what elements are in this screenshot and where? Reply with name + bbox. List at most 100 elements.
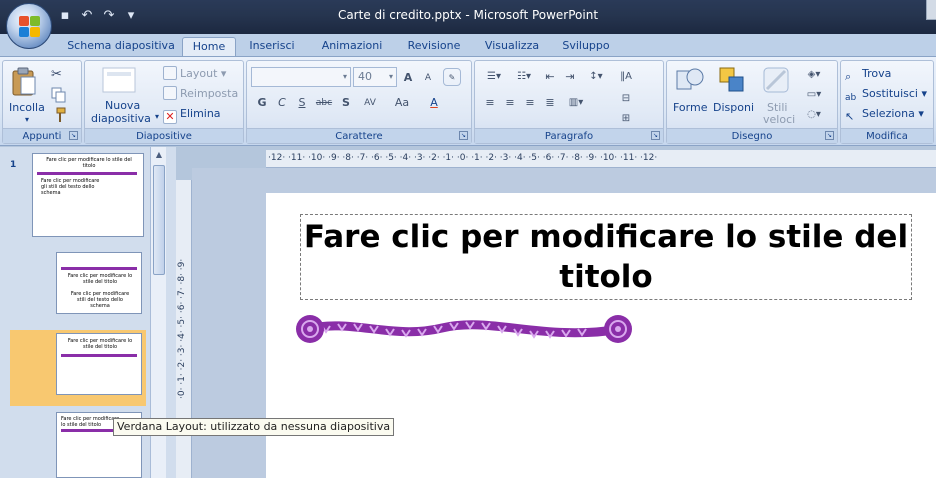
grow-font-label: A — [403, 71, 413, 84]
arrange-icon[interactable] — [717, 65, 747, 95]
tab-inserisci[interactable]: Inserisci — [244, 37, 300, 56]
title-placeholder[interactable]: Fare clic per modificare lo stile del ti… — [300, 214, 912, 300]
font-size-combo[interactable]: 40 ▾ — [353, 67, 397, 87]
clipboard-launcher-icon[interactable]: ↘ — [69, 131, 78, 140]
scroll-thumb[interactable] — [153, 165, 165, 275]
slide-title: Fare clic per modificare lo stile del ti… — [303, 219, 909, 295]
align-left-icon[interactable]: ≡ — [481, 93, 499, 111]
paste-icon[interactable] — [11, 67, 37, 97]
appunti-label: Appunti — [22, 131, 62, 142]
binoculars-icon: ⌕ — [845, 70, 852, 83]
font-launcher-icon[interactable]: ↘ — [459, 131, 468, 140]
strikethrough-label: abc — [315, 98, 333, 108]
layout-button[interactable]: Layout ▾ — [163, 65, 226, 83]
shape-effects-icon[interactable]: ◌▾ — [801, 105, 827, 123]
font-size-value: 40 — [358, 70, 372, 83]
align-text-icon[interactable]: ⊟ — [615, 89, 637, 107]
thumbnail-decoration — [61, 267, 137, 270]
thumbnail-master[interactable]: Fare clic per modificare lo stile del ti… — [32, 153, 144, 237]
copy-icon[interactable] — [51, 87, 67, 103]
decrease-indent-icon[interactable]: ⇤ — [541, 67, 559, 85]
select-button[interactable]: ↖ Seleziona ▾ — [845, 105, 924, 123]
new-slide-icon[interactable] — [99, 65, 139, 95]
find-button[interactable]: ⌕ Trova — [845, 65, 891, 83]
carattere-label: Carattere — [335, 131, 383, 142]
change-case-label: Aa — [394, 96, 410, 109]
delete-slide-button[interactable]: ✕ Elimina — [163, 105, 221, 124]
find-label: Trova — [862, 67, 892, 80]
cursor-icon: ↖ — [845, 110, 855, 123]
align-center-icon[interactable]: ≡ — [501, 93, 519, 111]
tab-home[interactable]: Home — [182, 37, 236, 56]
underline-label: S — [298, 96, 306, 109]
shapes-icon[interactable] — [675, 65, 705, 95]
new-slide-button[interactable]: diapositiva — [91, 112, 151, 125]
font-name-combo[interactable]: ▾ — [251, 67, 351, 87]
paste-button[interactable]: Incolla — [9, 101, 45, 114]
smartart-icon[interactable]: ⊞ — [615, 109, 637, 127]
clear-format-icon[interactable]: ✎ — [443, 68, 461, 86]
numbering-icon[interactable]: ☷▾ — [511, 67, 537, 85]
tab-sviluppo[interactable]: Sviluppo — [556, 37, 616, 56]
reset-button[interactable]: Reimposta — [163, 85, 238, 103]
thumbnail-layout[interactable]: Fare clic per modificare lo stile del ti… — [56, 252, 142, 314]
thumbnail-body: Fare clic per modificare gli stili del t… — [41, 178, 100, 196]
tab-revisione[interactable]: Revisione — [400, 37, 468, 56]
disegno-label: Disegno — [731, 131, 773, 142]
bullets-icon[interactable]: ☰▾ — [481, 67, 507, 85]
underline-button[interactable]: S — [293, 93, 311, 111]
justify-icon[interactable]: ≣ — [541, 93, 559, 111]
text-direction-icon[interactable]: ‖A — [615, 67, 637, 85]
group-diapositive: Nuova diapositiva ▾ Layout ▾ Reimposta ✕… — [84, 60, 244, 144]
group-carattere: ▾ 40 ▾ A A ✎ G C S abc S AV Aa A Caratter… — [246, 60, 472, 144]
thumbnail-title: Fare clic per modificare lo stile del ti… — [67, 273, 133, 285]
tab-visualizza[interactable]: Visualizza — [480, 37, 544, 56]
italic-label: C — [278, 96, 286, 109]
office-button[interactable] — [6, 3, 52, 49]
layout-icon — [163, 66, 177, 80]
ribbon: Incolla ▾ ✂ Appunti ↘ Nuova diapositiva … — [0, 56, 936, 146]
tab-schema-diapositiva[interactable]: Schema diapositiva — [66, 37, 176, 56]
align-right-icon[interactable]: ≡ — [521, 93, 539, 111]
modifica-label: Modifica — [866, 131, 908, 142]
arrange-button[interactable]: Disponi — [713, 101, 754, 114]
shrink-font-button[interactable]: A — [419, 68, 437, 86]
group-label-diapositive: Diapositive — [85, 128, 243, 143]
thumbnail-layout-selected[interactable]: Fare clic per modificare lo stile del ti… — [56, 333, 142, 395]
grow-font-button[interactable]: A — [399, 68, 417, 86]
cut-icon[interactable]: ✂ — [51, 67, 67, 83]
strikethrough-button[interactable]: abc — [313, 93, 335, 111]
line-spacing-icon[interactable]: ↕▾ — [583, 67, 609, 85]
shape-outline-icon[interactable]: ▭▾ — [801, 85, 827, 103]
font-size-dropdown-icon: ▾ — [388, 72, 393, 81]
char-spacing-button[interactable]: AV — [357, 93, 383, 111]
font-color-button[interactable]: A — [421, 93, 447, 111]
bold-button[interactable]: G — [253, 93, 271, 111]
paste-dropdown-icon[interactable]: ▾ — [25, 115, 29, 124]
new-slide-label-1[interactable]: Nuova — [105, 99, 140, 112]
increase-indent-icon[interactable]: ⇥ — [561, 67, 579, 85]
window-control[interactable] — [926, 0, 936, 20]
change-case-button[interactable]: Aa — [387, 93, 417, 111]
title-bar: ▪ ↶ ↷ ▾ Carte di credito.pptx - Microsof… — [0, 0, 936, 34]
shapes-button[interactable]: Forme — [673, 101, 707, 114]
scroll-up-icon[interactable]: ▲ — [151, 147, 167, 163]
replace-button[interactable]: ab Sostituisci ▾ — [845, 85, 927, 103]
quick-styles-icon[interactable] — [761, 65, 791, 95]
group-paragrafo: ☰▾ ☷▾ ⇤ ⇥ ↕▾ ‖A ≡ ≡ ≡ ≣ ▥▾ ⊟ ⊞ Paragrafo… — [474, 60, 664, 144]
tab-animazioni[interactable]: Animazioni — [314, 37, 390, 56]
columns-icon[interactable]: ▥▾ — [563, 93, 589, 111]
layout-tooltip: Verdana Layout: utilizzato da nessuna di… — [113, 418, 395, 436]
paragraph-launcher-icon[interactable]: ↘ — [651, 131, 660, 140]
shape-fill-icon[interactable]: ◈▾ — [801, 65, 827, 83]
format-painter-icon[interactable] — [51, 107, 67, 123]
new-slide-dropdown-icon[interactable]: ▾ — [155, 112, 159, 121]
quick-styles-button[interactable]: veloci — [763, 113, 795, 126]
italic-button[interactable]: C — [273, 93, 291, 111]
shadow-button[interactable]: S — [337, 93, 355, 111]
horizontal-ruler-scale: ·12· ·11· ·10· ·9· ·8· ·7· ·6· ·5· ·4· ·… — [268, 153, 658, 163]
drawing-launcher-icon[interactable]: ↘ — [825, 131, 834, 140]
replace-label: Sostituisci — [862, 87, 918, 100]
office-logo-icon — [19, 16, 41, 38]
thumbnail-title: Fare clic per modificare lo stile del ti… — [46, 157, 132, 169]
